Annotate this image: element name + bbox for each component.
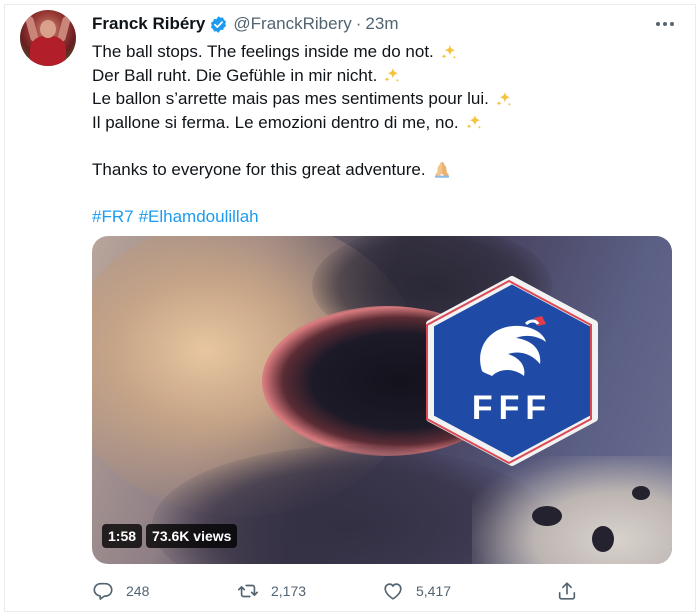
author-handle[interactable]: @FranckRibery bbox=[233, 14, 351, 34]
video-duration: 1:58 bbox=[102, 524, 143, 548]
verified-badge-icon bbox=[211, 15, 227, 33]
video-badges: 1:58 73.6K views bbox=[102, 524, 238, 548]
retweet-button[interactable]: 2,173 bbox=[237, 578, 306, 604]
reply-button[interactable]: 248 bbox=[92, 578, 149, 604]
retweet-icon bbox=[238, 584, 258, 598]
fff-logo-text: FFF bbox=[472, 389, 552, 427]
retweet-count: 2,173 bbox=[271, 583, 307, 599]
hashtags: #FR7 #Elhamdoulillah bbox=[92, 205, 672, 229]
separator-dot: · bbox=[355, 14, 362, 33]
like-icon bbox=[384, 583, 402, 600]
like-button[interactable]: 5,417 bbox=[382, 578, 451, 604]
reply-count: 248 bbox=[126, 583, 150, 599]
author-name[interactable]: Franck Ribéry bbox=[92, 14, 205, 34]
tweet-text: The ball stops. The feelings inside me d… bbox=[92, 40, 672, 228]
tweet-line-it: Il pallone si ferma. Le emozioni dentro … bbox=[92, 111, 672, 135]
sparkles-icon bbox=[441, 44, 456, 59]
tweet-line-text: The ball stops. The feelings inside me d… bbox=[92, 42, 434, 61]
avatar[interactable] bbox=[20, 10, 76, 66]
tweet-line-thanks: Thanks to everyone for this great advent… bbox=[92, 158, 672, 182]
fff-logo: FFF bbox=[426, 276, 598, 466]
like-count: 5,417 bbox=[416, 583, 452, 599]
tweet-line-text: Der Ball ruht. Die Gefühle in mir nicht. bbox=[92, 65, 378, 85]
sparkles-icon bbox=[384, 68, 400, 83]
tweet-line-text: Il pallone si ferma. Le emozioni dentro … bbox=[92, 112, 459, 132]
tweet-line-en: The ball stops. The feelings inside me d… bbox=[92, 40, 672, 64]
timestamp[interactable]: 23m bbox=[365, 14, 398, 34]
folded-hands-icon bbox=[434, 162, 449, 178]
video-player[interactable]: FFF 1:58 73.6K views bbox=[92, 236, 672, 564]
share-icon bbox=[558, 582, 576, 600]
tweet-line-de: Der Ball ruht. Die Gefühle in mir nicht. bbox=[92, 64, 672, 88]
hashtag-elhamdoulillah[interactable]: #Elhamdoulillah bbox=[139, 205, 259, 229]
tweet-line-text: Le ballon s’arrette mais pas mes sentime… bbox=[92, 89, 489, 108]
video-views: 73.6K views bbox=[146, 524, 238, 548]
tweet-actions: 248 2,173 5,417 bbox=[92, 578, 612, 604]
share-button[interactable] bbox=[556, 578, 578, 604]
sparkles-icon bbox=[466, 115, 481, 130]
hashtag-fr7[interactable]: #FR7 bbox=[92, 205, 134, 229]
tweet-header: Franck Ribéry @FranckRibery · 23m bbox=[92, 12, 398, 36]
tweet-line-text: Thanks to everyone for this great advent… bbox=[92, 159, 426, 179]
reply-icon bbox=[93, 582, 113, 600]
tweet-line-fr: Le ballon s’arrette mais pas mes sentime… bbox=[92, 87, 672, 111]
more-options-icon[interactable] bbox=[654, 14, 676, 34]
sparkles-icon bbox=[496, 91, 511, 106]
